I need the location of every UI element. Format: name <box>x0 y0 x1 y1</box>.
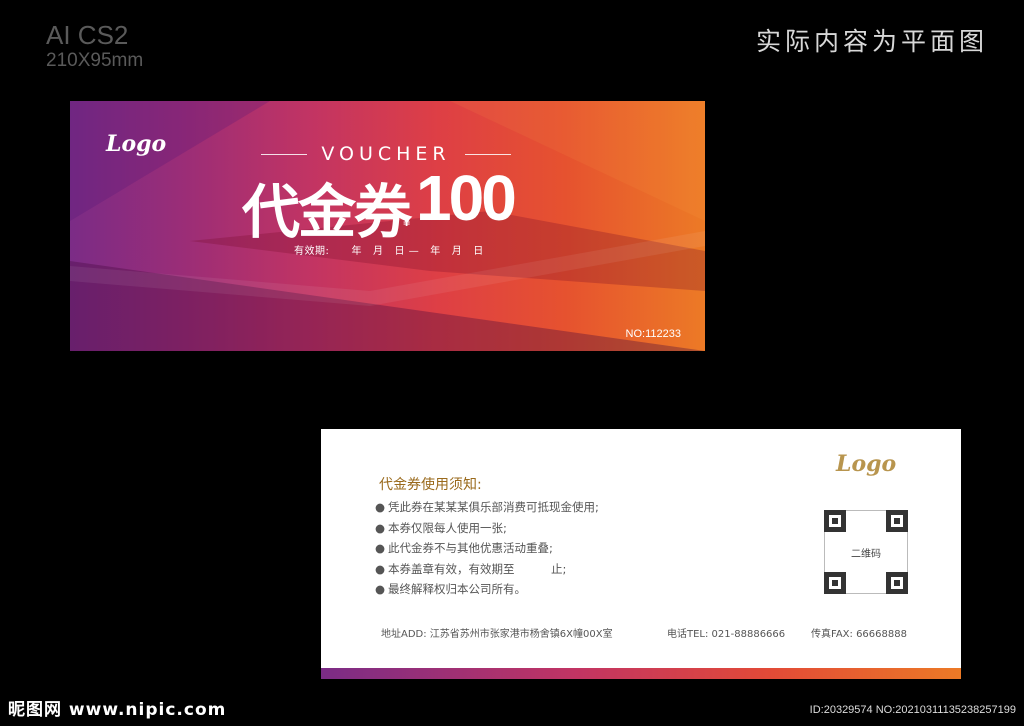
voucher-back: Logo 代金券使用须知: ● 凭此券在某某某俱乐部消费可抵现金使用; ● 本券仅限… <box>321 429 961 679</box>
watermark-site: 昵图网 www.nipic.com <box>8 700 227 720</box>
note-item: ● 本券盖章有效，有效期至 止; <box>375 561 567 576</box>
front-logo: Logo <box>106 131 167 157</box>
qr-label: 二维码 <box>851 549 881 560</box>
voucher-front: Logo VOUCHER 代金券 ¥ 100 有效期: 年 月 日 — 年 月 … <box>70 101 705 351</box>
voucher-title: 代金券 <box>242 178 412 246</box>
gradient-bar <box>321 668 961 679</box>
currency-symbol: ¥ <box>403 214 411 229</box>
divider-right <box>464 153 511 155</box>
watermark-id: ID:20329574 NO:20210311135238257199 <box>809 704 1016 716</box>
size-label: 210X95mm <box>46 50 144 71</box>
qr-finder-top-right <box>886 510 908 532</box>
notes-title: 代金券使用须知: <box>379 477 482 493</box>
note-item: ● 此代金券不与其他优惠活动重叠; <box>375 541 553 555</box>
fax-text: 传真FAX: 66668888 <box>811 629 907 640</box>
back-logo: Logo <box>836 451 897 477</box>
usage-notes: ● 凭此券在某某某俱乐部消费可抵现金使用; ● 本券仅限每人使用一张; ● 此代金券不… <box>375 497 599 600</box>
note-item: ● 最终解释权归本公司所有。 <box>375 582 526 596</box>
note-item: ● 凭此券在某某某俱乐部消费可抵现金使用; <box>375 500 599 514</box>
phone-text: 电话TEL: 021-88886666 <box>667 629 786 640</box>
software-label: AI CS2 <box>46 20 129 50</box>
qr-code-placeholder: 二维码 <box>824 510 908 594</box>
address-text: 地址ADD: 江苏省苏州市张家港市杨舍镇6X幢00X室 <box>381 629 613 640</box>
validity-period: 有效期: 年 月 日 — 年 月 日 <box>294 246 484 257</box>
note-label: 实际内容为平面图 <box>755 27 988 56</box>
qr-finder-bottom-right <box>886 572 908 594</box>
divider-left <box>261 153 308 155</box>
serial-number: NO:112233 <box>625 328 681 340</box>
voucher-amount: 100 <box>416 162 517 234</box>
qr-finder-bottom-left <box>824 572 846 594</box>
note-item: ● 本券仅限每人使用一张; <box>375 520 507 535</box>
file-info: AI CS2 210X95mm <box>46 20 143 72</box>
qr-finder-top-left <box>824 510 846 532</box>
